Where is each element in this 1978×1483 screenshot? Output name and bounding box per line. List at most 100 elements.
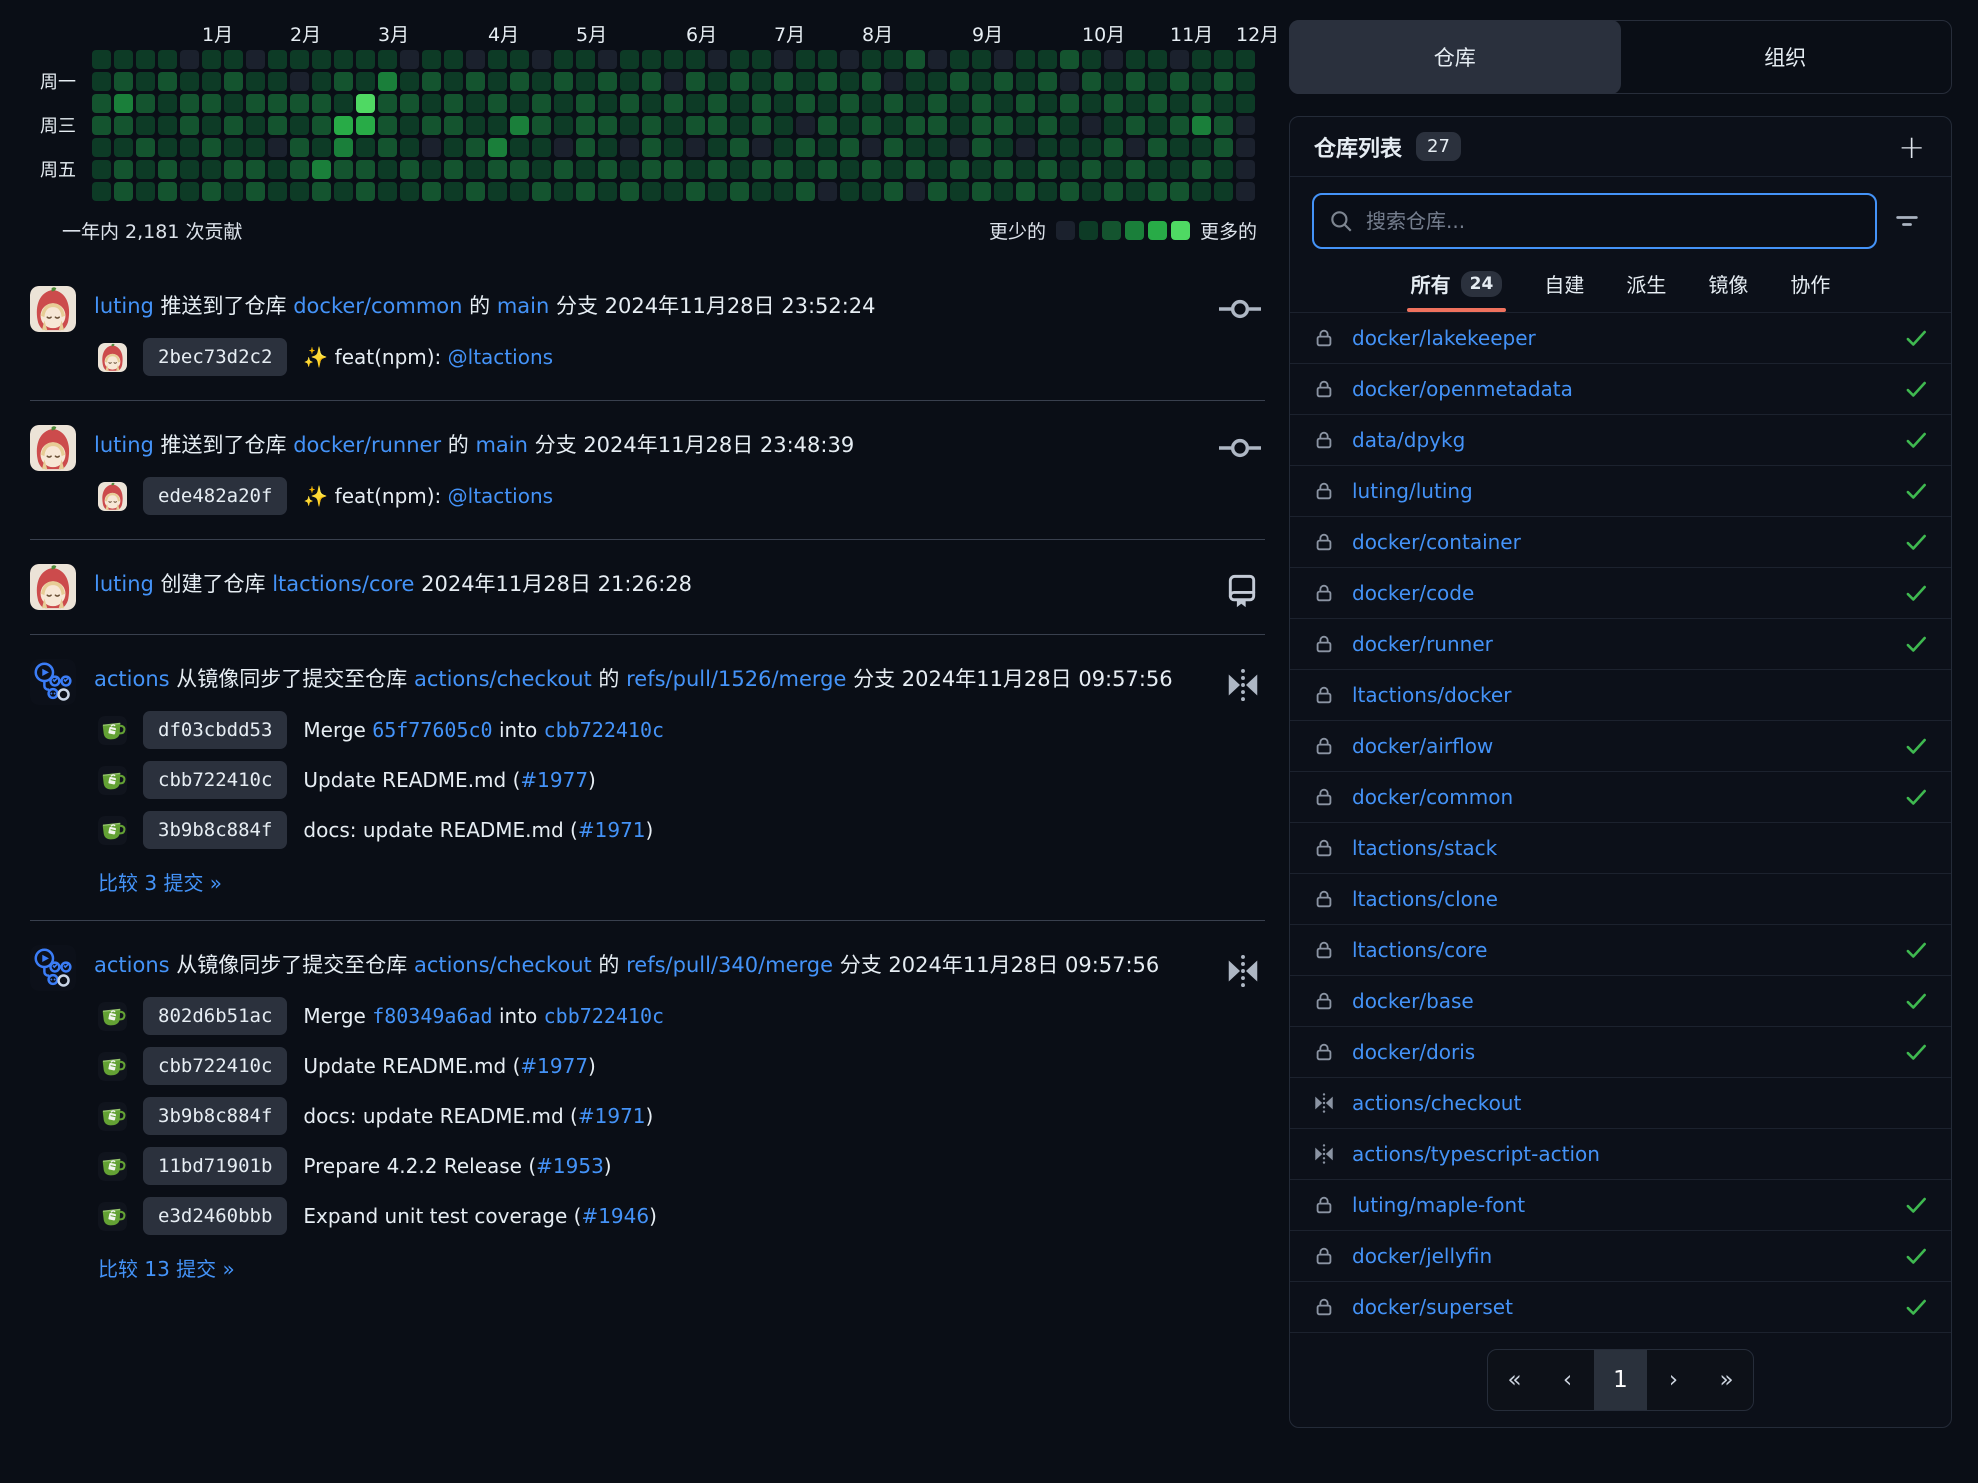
repo-filter-tab-2[interactable]: 派生 — [1626, 269, 1666, 312]
tab-organizations[interactable]: 组织 — [1620, 21, 1952, 93]
repo-link[interactable]: docker/openmetadata — [1352, 377, 1573, 401]
page-1-button[interactable]: 1 — [1594, 1350, 1647, 1410]
repo-link[interactable]: docker/container — [1352, 530, 1521, 554]
user-avatar[interactable] — [30, 425, 76, 471]
heatmap-cell — [1148, 138, 1167, 157]
commit-hash-link[interactable]: 3b9b8c884f — [143, 1097, 287, 1135]
commit-message-link[interactable]: cbb722410c — [544, 718, 664, 742]
feed-title-link[interactable]: luting — [94, 572, 154, 596]
commit-message-link[interactable]: cbb722410c — [544, 1004, 664, 1028]
commit-message-link[interactable]: #1946 — [581, 1204, 649, 1228]
commit-message-link[interactable]: #1971 — [578, 818, 646, 842]
repo-link[interactable]: ltactions/docker — [1352, 683, 1511, 707]
commit-hash-link[interactable]: cbb722410c — [143, 1047, 287, 1085]
feed-title-link[interactable]: main — [497, 294, 549, 318]
commit-hash-link[interactable]: 3b9b8c884f — [143, 811, 287, 849]
prev-page-button[interactable]: ‹ — [1541, 1350, 1594, 1410]
commit-hash-link[interactable]: 802d6b51ac — [143, 997, 287, 1035]
repo-link[interactable]: luting/luting — [1352, 479, 1473, 503]
compare-commits-link[interactable]: 比较 13 提交 » — [98, 1253, 235, 1282]
repo-search-input[interactable] — [1364, 208, 1861, 234]
commit-message-link[interactable]: #1971 — [578, 1104, 646, 1128]
heatmap-cell — [950, 138, 969, 157]
feed-title-link[interactable]: actions — [94, 953, 170, 977]
repo-link[interactable]: docker/code — [1352, 581, 1474, 605]
commit-hash-link[interactable]: df03cbdd53 — [143, 711, 287, 749]
committer-avatar[interactable] — [98, 343, 127, 372]
repo-link[interactable]: docker/jellyfin — [1352, 1244, 1492, 1268]
user-avatar[interactable] — [30, 286, 76, 332]
heatmap-cell — [1192, 94, 1211, 113]
commit-hash-link[interactable]: ede482a20f — [143, 477, 287, 515]
repo-link[interactable]: ltactions/stack — [1352, 836, 1497, 860]
gitea-cup-icon[interactable] — [98, 816, 127, 845]
check-icon — [1903, 1243, 1929, 1269]
feed-title-link[interactable]: actions/checkout — [414, 667, 592, 691]
filter-icon[interactable] — [1881, 195, 1933, 247]
repo-filter-tab-1[interactable]: 自建 — [1544, 269, 1584, 312]
gitea-cup-icon[interactable] — [98, 1202, 127, 1231]
heatmap-cell — [1126, 50, 1145, 69]
commit-hash-link[interactable]: e3d2460bbb — [143, 1197, 287, 1235]
commit-hash-link[interactable]: 11bd71901b — [143, 1147, 287, 1185]
commit-message-link[interactable]: #1953 — [536, 1154, 604, 1178]
gitea-cup-icon[interactable] — [98, 1152, 127, 1181]
committer-avatar[interactable] — [98, 482, 127, 511]
feed-title-link[interactable]: luting — [94, 294, 154, 318]
heatmap-cell — [906, 72, 925, 91]
compare-commits-link[interactable]: 比较 3 提交 » — [98, 867, 222, 896]
repo-link[interactable]: data/dpykg — [1352, 428, 1465, 452]
repo-link[interactable]: docker/superset — [1352, 1295, 1513, 1319]
repo-link[interactable]: actions/checkout — [1352, 1091, 1521, 1115]
feed-title-link[interactable]: refs/pull/1526/merge — [626, 667, 846, 691]
check-icon — [1903, 784, 1929, 810]
heatmap-cell — [708, 138, 727, 157]
feed-title-link[interactable]: docker/runner — [293, 433, 441, 457]
tab-repositories[interactable]: 仓库 — [1289, 20, 1621, 94]
gitea-cup-icon[interactable] — [98, 716, 127, 745]
repo-link[interactable]: docker/base — [1352, 989, 1474, 1013]
gitea-cup-icon[interactable] — [98, 1102, 127, 1131]
repo-filter-tab-0[interactable]: 所有24 — [1411, 269, 1503, 312]
repo-link[interactable]: docker/lakekeeper — [1352, 326, 1536, 350]
commit-hash-link[interactable]: cbb722410c — [143, 761, 287, 799]
gitea-cup-icon[interactable] — [98, 1052, 127, 1081]
feed-title-link[interactable]: ltactions/core — [272, 572, 414, 596]
repo-link[interactable]: actions/typescript-action — [1352, 1142, 1600, 1166]
user-avatar[interactable] — [30, 564, 76, 610]
gitea-cup-icon[interactable] — [98, 766, 127, 795]
commit-message-link[interactable]: @ltactions — [448, 484, 553, 508]
feed-title-link[interactable]: docker/common — [293, 294, 462, 318]
last-page-button[interactable]: » — [1700, 1350, 1753, 1410]
commit-message-text: docs: update README.md ( — [303, 1104, 577, 1128]
gitea-cup-icon[interactable] — [98, 1002, 127, 1031]
commit-message-link[interactable]: #1977 — [520, 1054, 588, 1078]
repo-link[interactable]: ltactions/core — [1352, 938, 1487, 962]
commit-message-link[interactable]: 65f77605c0 — [372, 718, 492, 742]
commit-message-link[interactable]: #1977 — [520, 768, 588, 792]
repo-filter-tab-3[interactable]: 镜像 — [1708, 269, 1748, 312]
user-avatar[interactable] — [30, 945, 76, 991]
feed-title-link[interactable]: actions/checkout — [414, 953, 592, 977]
feed-title-link[interactable]: luting — [94, 433, 154, 457]
heatmap-cell — [510, 50, 529, 69]
repo-filter-tab-4[interactable]: 协作 — [1790, 269, 1830, 312]
repo-row: docker/base — [1290, 975, 1951, 1026]
repo-link[interactable]: docker/runner — [1352, 632, 1493, 656]
repo-link[interactable]: ltactions/clone — [1352, 887, 1498, 911]
add-repo-button[interactable]: + — [1896, 131, 1927, 163]
feed-title-link[interactable]: actions — [94, 667, 170, 691]
repo-link[interactable]: docker/doris — [1352, 1040, 1475, 1064]
feed-title-link[interactable]: main — [475, 433, 527, 457]
repo-link[interactable]: docker/airflow — [1352, 734, 1493, 758]
feed-title-link[interactable]: refs/pull/340/merge — [626, 953, 833, 977]
commit-message-link[interactable]: f80349a6ad — [372, 1004, 492, 1028]
user-avatar[interactable] — [30, 659, 76, 705]
commit-hash-link[interactable]: 2bec73d2c2 — [143, 338, 287, 376]
heatmap-cell — [796, 160, 815, 179]
repo-link[interactable]: luting/maple-font — [1352, 1193, 1525, 1217]
repo-link[interactable]: docker/common — [1352, 785, 1513, 809]
next-page-button[interactable]: › — [1647, 1350, 1700, 1410]
first-page-button[interactable]: « — [1488, 1350, 1541, 1410]
commit-message-link[interactable]: @ltactions — [448, 345, 553, 369]
